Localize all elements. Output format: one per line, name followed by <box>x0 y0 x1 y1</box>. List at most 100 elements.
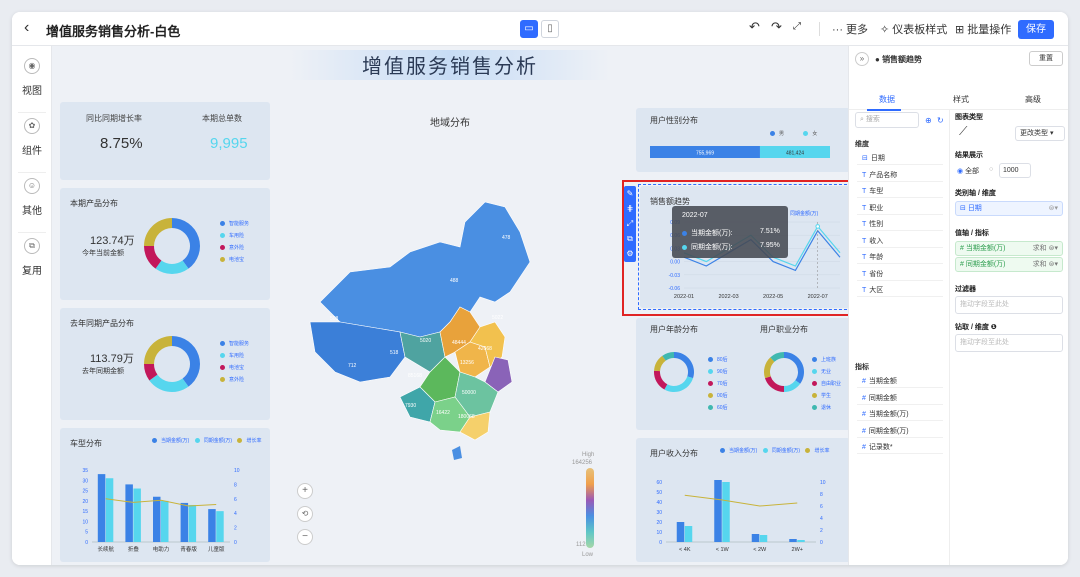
category-field-chip[interactable]: ⊟ 日期 ⊜▾ <box>955 201 1063 216</box>
bar[interactable] <box>676 522 685 542</box>
all-radio[interactable]: ◉ 全部 <box>957 166 979 176</box>
dimension-field[interactable]: T 性别 <box>857 218 943 231</box>
bar[interactable] <box>105 478 114 542</box>
change-type-select[interactable]: 更改类型 ▾ <box>1015 126 1065 141</box>
bar[interactable] <box>208 509 216 542</box>
donut-slice[interactable] <box>155 260 189 274</box>
gender-panel[interactable]: 用户性别分布 男 女 755,969 481,424 <box>636 108 848 172</box>
reset-view-button[interactable]: ⟲ <box>297 506 313 522</box>
filter-drop-zone[interactable]: 拖动字段至此处 <box>955 296 1063 314</box>
dimension-field[interactable]: T 年龄 <box>857 251 943 264</box>
nav-view[interactable]: ◉ 视图 <box>12 58 52 97</box>
tab-style[interactable]: 样式 <box>953 94 969 105</box>
refresh-icon[interactable]: ↻ <box>937 116 944 125</box>
bar[interactable] <box>722 482 730 542</box>
bar[interactable] <box>180 502 189 542</box>
line-chart-icon[interactable]: ⟋ <box>959 124 967 139</box>
bar[interactable] <box>216 511 224 542</box>
measure-field[interactable]: # 同期金额 <box>857 392 943 405</box>
bar[interactable] <box>751 534 760 542</box>
bar[interactable] <box>684 526 693 542</box>
bar[interactable] <box>797 540 805 542</box>
donut-slice[interactable] <box>654 370 668 390</box>
agg-select[interactable]: 求和 ⊜▾ <box>1033 242 1058 255</box>
color-scale-bar[interactable] <box>586 468 594 548</box>
mobile-view-icon[interactable]: ▯ <box>541 20 559 38</box>
measure-field[interactable]: # 记录数* <box>857 441 943 454</box>
bar[interactable] <box>714 480 722 542</box>
dimension-field[interactable]: T 职业 <box>857 202 943 215</box>
panel-title: 用户年龄分布 <box>650 325 698 334</box>
bar[interactable] <box>759 535 768 542</box>
donut-slice[interactable] <box>144 336 172 364</box>
measure-field[interactable]: # 当期金额 <box>857 375 943 388</box>
region-map-panel[interactable]: 地域分布 478 508 488 5022 5020 518 48444 426… <box>280 102 610 564</box>
donut-slice[interactable] <box>149 374 189 392</box>
expand-icon[interactable]: ⤢ <box>624 216 636 231</box>
value-field-chip[interactable]: # 同期金额(万) 求和 ⊜▾ <box>955 257 1063 272</box>
donut-slice[interactable] <box>764 357 775 379</box>
dimension-field[interactable]: ⊟ 日期 <box>857 152 943 165</box>
data-icon[interactable]: ⋕ <box>624 201 636 216</box>
current-product-panel[interactable]: 本期产品分布 123.74万 今年当前金额 智能服务 车用险 意外险 电池宝 <box>60 188 270 300</box>
redo-icon[interactable]: ↷ <box>771 19 782 35</box>
reset-button[interactable]: 重置 <box>1029 51 1063 66</box>
save-button[interactable]: 保存 <box>1018 20 1054 39</box>
car-type-panel[interactable]: 车型分布 当期金额(万) 同期金额(万) 增长率 0 5 10 15 20 25 30 35 0… <box>60 428 270 562</box>
zoom-out-button[interactable]: − <box>297 529 313 545</box>
donut-slice[interactable] <box>784 380 801 392</box>
bar[interactable] <box>153 496 161 542</box>
last-product-panel[interactable]: 去年同期产品分布 113.79万 去年同期金额 智能服务 车用险 电池宝 意外险 <box>60 308 270 420</box>
copy-icon[interactable]: ⧉ <box>624 231 636 246</box>
edit-icon[interactable]: ✎ <box>624 186 636 201</box>
donut-slice[interactable] <box>172 218 200 269</box>
age-job-panel[interactable]: 用户年龄分布 用户职业分布 80后 90后 70后 00后 60后 上班族 无业… <box>636 318 848 430</box>
bar[interactable] <box>97 474 106 542</box>
field-menu-icon[interactable]: ⊜▾ <box>1049 202 1058 215</box>
map-hainan-region[interactable] <box>452 446 462 460</box>
desktop-view-icon[interactable]: ▭ <box>520 20 538 38</box>
dimension-field[interactable]: T 省份 <box>857 268 943 281</box>
collapse-icon[interactable]: » <box>855 52 869 66</box>
donut-slice[interactable] <box>674 352 694 379</box>
income-panel[interactable]: 用户收入分布 当期金额(万) 同期金额(万) 增长率 0 10 20 30 40 50 60… <box>636 438 848 562</box>
dimension-field[interactable]: T 车型 <box>857 185 943 198</box>
limit-radio[interactable]: ○ <box>989 166 993 173</box>
bar[interactable] <box>133 488 141 542</box>
tab-data[interactable]: 数据 <box>879 94 895 105</box>
measure-field[interactable]: # 同期金额(万) <box>857 425 943 438</box>
bar[interactable] <box>161 500 169 542</box>
more-button[interactable]: ··· 更多 <box>832 21 868 37</box>
zoom-in-button[interactable]: + <box>297 483 313 499</box>
dimension-field[interactable]: T 产品名称 <box>857 169 943 182</box>
nav-reuse[interactable]: ⧉ 复用 <box>12 238 52 277</box>
value-field-chip[interactable]: # 当期金额(万) 求和 ⊜▾ <box>955 241 1063 256</box>
measure-header: 指标 <box>855 364 869 371</box>
bar[interactable] <box>125 484 133 542</box>
kpi-panel[interactable]: 同比同期增长率 8.75% 本期总单数 9,995 <box>60 102 270 180</box>
dimension-field[interactable]: T 大区 <box>857 284 943 297</box>
dashboard-style-button[interactable]: ✧ 仪表板样式 <box>880 21 947 37</box>
add-field-icon[interactable]: ⊕ <box>925 116 932 125</box>
field-search-input[interactable]: ⌕ 搜索 <box>855 112 919 128</box>
nav-other[interactable]: ☺ 其他 <box>12 178 52 217</box>
limit-input[interactable]: 1000 <box>999 163 1031 178</box>
fullscreen-icon[interactable]: ⤢ <box>793 21 801 32</box>
donut-slice[interactable] <box>172 336 200 387</box>
measure-field[interactable]: # 当期金额(万) <box>857 408 943 421</box>
donut-slice[interactable] <box>144 218 172 246</box>
settings-icon[interactable]: ⚙ <box>624 246 636 261</box>
nav-component[interactable]: ✿ 组件 <box>12 118 52 157</box>
donut-slice[interactable] <box>764 376 784 392</box>
bar[interactable] <box>789 539 797 542</box>
agg-select[interactable]: 求和 ⊜▾ <box>1033 258 1058 271</box>
back-icon[interactable]: ‹ <box>24 19 29 37</box>
bar[interactable] <box>188 504 197 542</box>
tab-advanced[interactable]: 高级 <box>1025 94 1041 105</box>
undo-icon[interactable]: ↶ <box>749 19 760 35</box>
donut-slice[interactable] <box>664 376 694 392</box>
dimension-field[interactable]: T 收入 <box>857 235 943 248</box>
drill-drop-zone[interactable]: 拖动字段至此处 <box>955 334 1063 352</box>
donut-slice[interactable] <box>784 352 804 384</box>
batch-operation-button[interactable]: ⊞ 批量操作 <box>955 21 1011 37</box>
